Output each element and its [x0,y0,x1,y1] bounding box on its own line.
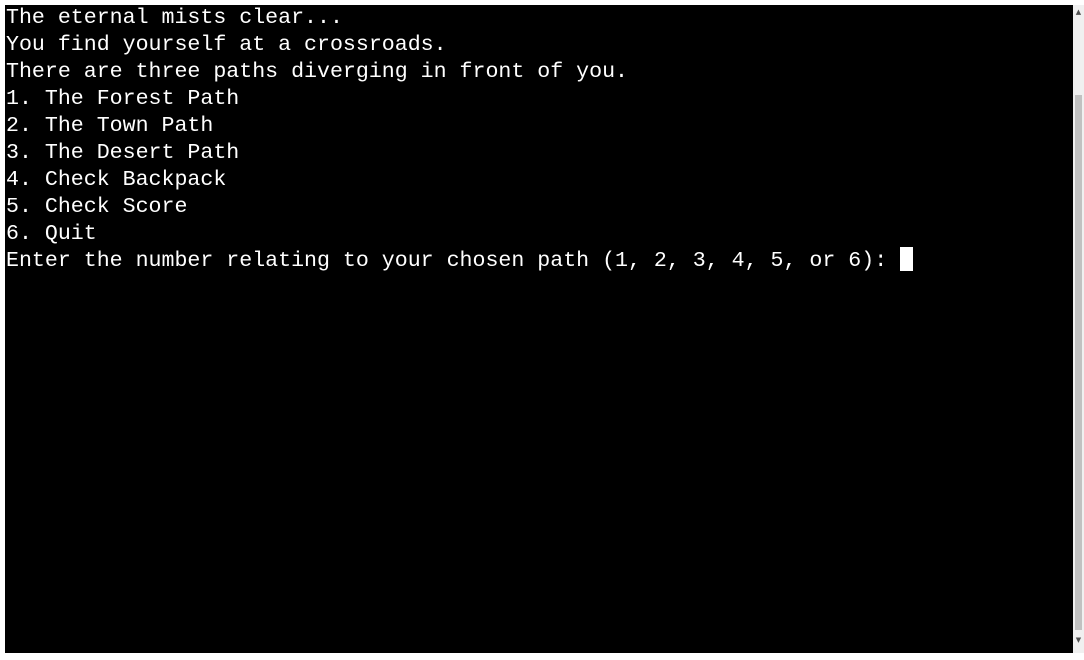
input-prompt: Enter the number relating to your chosen… [6,249,901,273]
menu-option-check-score: 5. Check Score [6,195,188,219]
terminal-line-paths: There are three paths diverging in front… [6,60,629,84]
scrollbar-thumb[interactable] [1075,95,1082,630]
input-prompt-line[interactable]: Enter the number relating to your chosen… [6,247,914,275]
menu-option-forest-path: 1. The Forest Path [6,87,240,111]
terminal-screen[interactable]: The eternal mists clear... You find your… [5,5,1073,653]
menu-option-check-backpack: 4. Check Backpack [6,168,227,192]
menu-option-quit: 6. Quit [6,222,97,246]
menu-option-desert-path: 3. The Desert Path [6,141,240,165]
text-cursor[interactable] [900,247,914,272]
app-window: The eternal mists clear... You find your… [0,0,1084,660]
scroll-down-arrow-icon[interactable]: ▼ [1073,633,1084,647]
terminal-line-crossroads: You find yourself at a crossroads. [6,33,447,57]
terminal-line-intro: The eternal mists clear... [6,6,343,30]
scroll-up-arrow-icon[interactable]: ▲ [1073,5,1084,19]
menu-option-town-path: 2. The Town Path [6,114,214,138]
vertical-scrollbar[interactable]: ▲ ▼ [1073,5,1084,653]
